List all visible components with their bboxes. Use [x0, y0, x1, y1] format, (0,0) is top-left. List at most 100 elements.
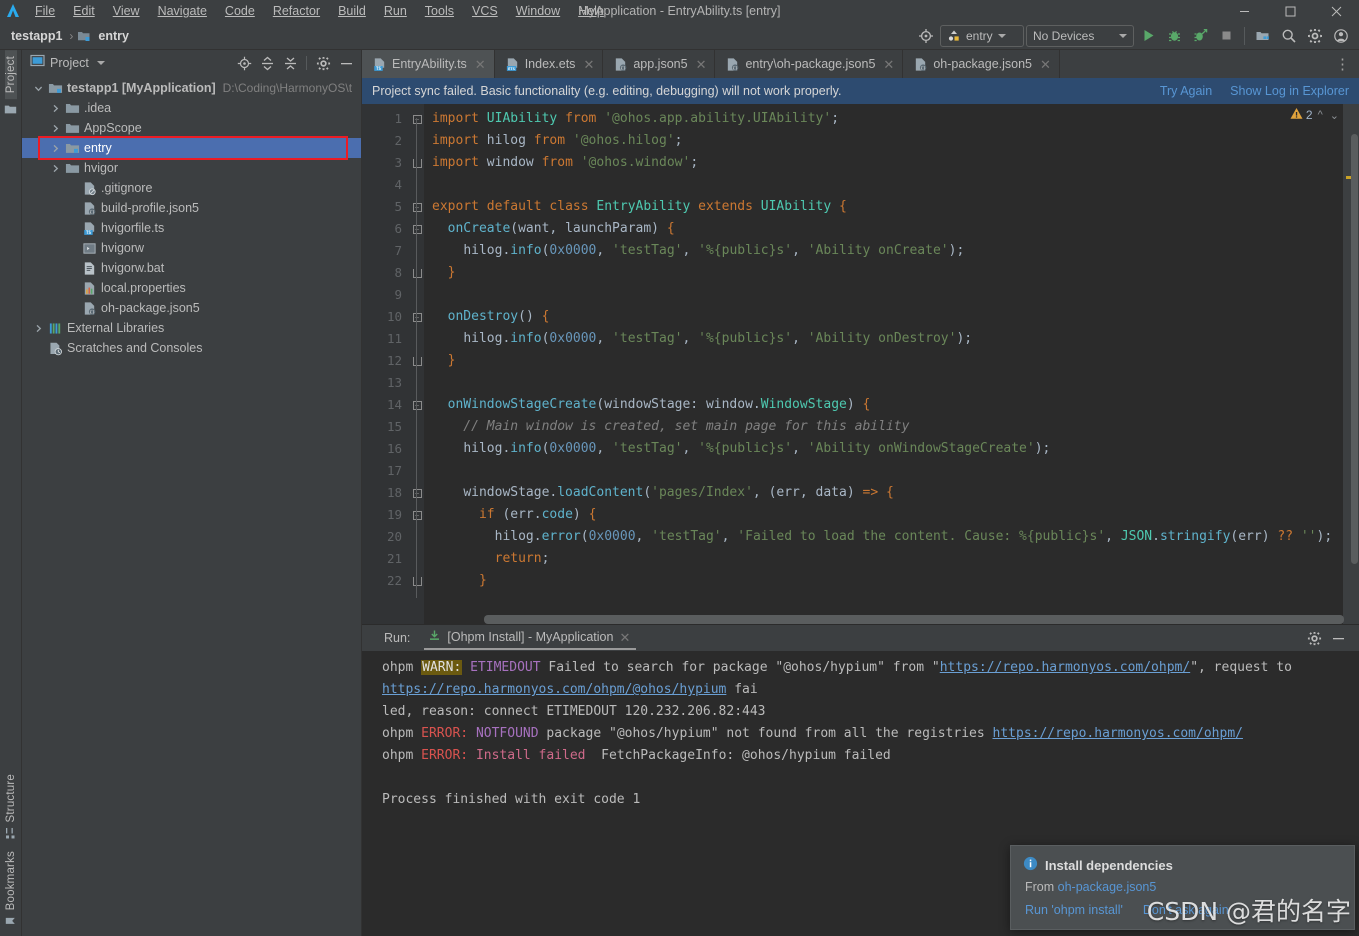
code-content[interactable]: import UIAbility from '@ohos.app.ability… [424, 104, 1343, 624]
horizontal-scrollbar-track[interactable] [424, 615, 1344, 624]
popup-source-link[interactable]: oh-package.json5 [1058, 880, 1157, 894]
fold-marker[interactable]: − [410, 306, 424, 328]
tree-row[interactable]: Scratches and Consoles [22, 338, 361, 358]
editor-tab[interactable]: {} oh-package.json5 ✕ [903, 50, 1060, 78]
gear-icon[interactable] [312, 52, 334, 74]
chevron-right-icon[interactable] [30, 324, 46, 333]
chevron-up-icon[interactable]: ^ [1316, 109, 1325, 121]
fold-marker[interactable]: − [410, 152, 424, 174]
console-link[interactable]: https://repo.harmonyos.com/ohpm/ [940, 660, 1190, 675]
menu-view[interactable]: View [104, 2, 149, 20]
menu-build[interactable]: Build [329, 2, 375, 20]
tree-row[interactable]: hvigor [22, 158, 361, 178]
expand-all-icon[interactable] [256, 52, 278, 74]
dont-ask-again-link[interactable]: Don't ask again [1143, 903, 1229, 917]
breadcrumb-project[interactable]: testapp1 [8, 28, 65, 44]
fold-toggle[interactable]: − [412, 488, 422, 498]
tree-row[interactable]: {} oh-package.json5 [22, 298, 361, 318]
chevron-down-icon[interactable] [30, 84, 46, 93]
debug-button[interactable] [1162, 24, 1186, 48]
chevron-right-icon[interactable] [47, 144, 63, 153]
close-icon[interactable]: ✕ [696, 58, 707, 71]
vertical-scrollbar[interactable] [1351, 134, 1358, 564]
fold-toggle[interactable]: − [412, 224, 422, 234]
editor-tab[interactable]: ETS Index.ets ✕ [495, 50, 604, 78]
tree-row[interactable]: External Libraries [22, 318, 361, 338]
fold-toggle[interactable]: − [412, 356, 422, 366]
close-icon[interactable] [1313, 0, 1359, 22]
close-icon[interactable]: ✕ [583, 58, 594, 71]
tree-row[interactable]: hvigorw.bat [22, 258, 361, 278]
chevron-right-icon[interactable] [47, 104, 63, 113]
run-configuration-selector[interactable]: entry [940, 24, 1024, 47]
device-manager-icon[interactable] [1251, 24, 1275, 48]
menu-navigate[interactable]: Navigate [149, 2, 216, 20]
chevron-down-icon[interactable]: ⌄ [1328, 109, 1341, 122]
menu-tools[interactable]: Tools [416, 2, 463, 20]
fold-toggle[interactable]: − [412, 510, 422, 520]
tree-row[interactable]: .idea [22, 98, 361, 118]
editor-tab[interactable]: {} entry\oh-package.json5 ✕ [715, 50, 904, 78]
inspection-status[interactable]: 2 ^ ⌄ [1290, 107, 1341, 123]
fold-toggle[interactable]: − [412, 268, 422, 278]
code-editor[interactable]: 12345678910111213141516171819202122 −−−−… [362, 104, 1359, 624]
tree-row[interactable]: hvigorw [22, 238, 361, 258]
fold-marker[interactable]: − [410, 196, 424, 218]
close-icon[interactable]: ✕ [1040, 58, 1051, 71]
debug-attach-button[interactable] [1188, 24, 1212, 48]
tool-button-structure[interactable]: Structure [5, 768, 17, 844]
tree-row[interactable]: .gitignore [22, 178, 361, 198]
gear-icon[interactable] [1303, 627, 1325, 649]
account-icon[interactable] [1329, 24, 1353, 48]
editor-tab-bar[interactable]: TS EntryAbility.ts ✕ ETS Index.ets ✕ {} app.jso… [362, 50, 1359, 78]
device-selector[interactable]: No Devices [1026, 24, 1134, 47]
hide-panel-icon[interactable] [335, 52, 357, 74]
locate-icon[interactable] [233, 52, 255, 74]
menu-window[interactable]: Window [507, 2, 569, 20]
menu-help[interactable]: Help [569, 2, 613, 20]
try-again-link[interactable]: Try Again [1160, 84, 1212, 98]
fold-marker[interactable]: − [410, 394, 424, 416]
horizontal-scrollbar[interactable] [484, 615, 1344, 624]
target-icon[interactable] [914, 24, 938, 48]
run-ohpm-install-link[interactable]: Run 'ohpm install' [1025, 903, 1123, 917]
menu-edit[interactable]: Edit [64, 2, 104, 20]
gear-icon[interactable] [1303, 24, 1327, 48]
tool-button-bookmarks[interactable]: Bookmarks [5, 845, 17, 932]
chevron-right-icon[interactable] [47, 164, 63, 173]
fold-marker[interactable]: − [410, 350, 424, 372]
error-stripe-marker-bar[interactable] [1343, 104, 1359, 624]
fold-marker[interactable]: − [410, 108, 424, 130]
install-dependencies-popup[interactable]: Install dependencies From oh-package.jso… [1010, 845, 1355, 930]
minimize-icon[interactable] [1221, 0, 1267, 22]
code-folding-gutter[interactable]: − − − − − − − − − − − [410, 104, 424, 624]
run-tab[interactable]: [Ohpm Install] - MyApplication ✕ [424, 626, 637, 650]
chevron-right-icon[interactable] [47, 124, 63, 133]
menu-refactor[interactable]: Refactor [264, 2, 329, 20]
fold-toggle[interactable]: − [412, 202, 422, 212]
console-link[interactable]: https://repo.harmonyos.com/ohpm/ [993, 726, 1243, 741]
breadcrumb-entry[interactable]: entry [95, 28, 132, 44]
tree-row[interactable]: local.properties [22, 278, 361, 298]
tool-button-project[interactable]: Project [4, 50, 17, 100]
fold-marker[interactable]: − [410, 262, 424, 284]
close-icon[interactable]: ✕ [475, 58, 486, 71]
menu-file[interactable]: File [26, 2, 64, 20]
tree-row[interactable]: AppScope [22, 118, 361, 138]
tree-row[interactable]: TS hvigorfile.ts [22, 218, 361, 238]
show-log-link[interactable]: Show Log in Explorer [1230, 84, 1349, 98]
menu-code[interactable]: Code [216, 2, 264, 20]
tree-row[interactable]: testapp1 [MyApplication] D:\Coding\Harmon… [22, 78, 361, 98]
fold-marker[interactable]: − [410, 504, 424, 526]
tree-row[interactable]: entry [22, 138, 361, 158]
menu-run[interactable]: Run [375, 2, 416, 20]
stop-button[interactable] [1214, 24, 1238, 48]
collapse-all-icon[interactable] [279, 52, 301, 74]
fold-toggle[interactable]: − [412, 400, 422, 410]
menu-vcs[interactable]: VCS [463, 2, 507, 20]
editor-tab[interactable]: TS EntryAbility.ts ✕ [362, 50, 495, 78]
console-link[interactable]: https://repo.harmonyos.com/ohpm/@ohos/hy… [382, 682, 726, 697]
editor-tab[interactable]: {} app.json5 ✕ [603, 50, 716, 78]
run-button[interactable] [1136, 24, 1160, 48]
fold-marker[interactable]: − [410, 482, 424, 504]
